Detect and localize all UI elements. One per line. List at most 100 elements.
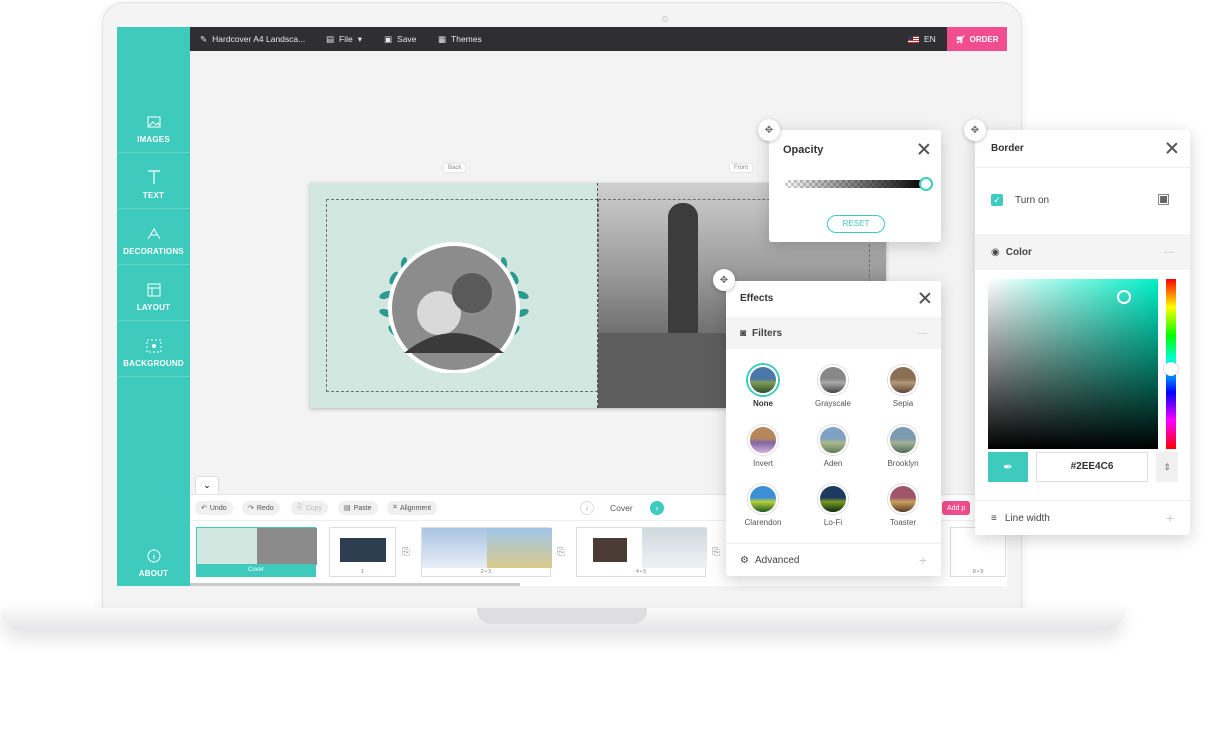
opacity-slider-thumb[interactable]	[919, 177, 933, 191]
alignment-button[interactable]: ⌗ Alignment	[387, 501, 438, 515]
filter-clarendon[interactable]: Clarendon	[728, 484, 798, 527]
chevron-left-icon: ‹	[585, 503, 589, 513]
filter-brooklyn[interactable]: Brooklyn	[868, 425, 938, 468]
close-icon[interactable]	[918, 291, 932, 305]
filter-invert[interactable]: Invert	[728, 425, 798, 468]
language-label: EN	[924, 34, 936, 44]
sidebar-item-label: LAYOUT	[136, 303, 171, 312]
save-button[interactable]: ▣ Save	[384, 27, 416, 51]
top-menu-bar: ✎ Hardcover A4 Landsca... ▤ File ▾ ▣ Sav…	[190, 27, 1007, 51]
sidebar-item-images[interactable]: IMAGES	[117, 97, 190, 153]
back-cover-page[interactable]	[310, 183, 598, 408]
filters-section-header[interactable]: ◙ Filters —	[726, 317, 941, 349]
order-button[interactable]: 🛒︎ ORDER	[947, 27, 1007, 51]
color-section-header[interactable]: ◉ Color —	[975, 234, 1190, 270]
current-page-label: Cover	[610, 503, 633, 513]
close-icon[interactable]	[1165, 141, 1179, 155]
collapse-thumbnails-button[interactable]: ⌄	[195, 476, 219, 494]
line-width-section-header[interactable]: ≡ Line width +	[975, 500, 1190, 535]
gear-icon: ⚙	[740, 554, 749, 566]
add-page-icon[interactable]: ⎘	[557, 547, 565, 558]
language-selector[interactable]: EN	[908, 27, 936, 51]
filter-toaster[interactable]: Toaster	[868, 484, 938, 527]
add-page-icon[interactable]: ⎘	[712, 547, 720, 558]
eyedropper-button[interactable]: ✒	[988, 452, 1028, 482]
filter-label: Clarendon	[744, 518, 782, 527]
thumbnail-cover[interactable]: Cover	[196, 527, 317, 577]
hue-slider-thumb[interactable]	[1164, 362, 1178, 376]
turn-on-checkbox[interactable]: ✓	[991, 194, 1003, 206]
file-menu[interactable]: ▤ File ▾	[326, 27, 362, 51]
move-handle-icon[interactable]: ✥	[964, 119, 986, 141]
add-page-label: Add p	[947, 504, 966, 512]
reset-button[interactable]: RESET	[827, 215, 885, 233]
themes-button[interactable]: ▦ Themes	[438, 27, 482, 51]
chevron-right-icon: ›	[655, 503, 659, 513]
thumbnail-page-1[interactable]: 1	[329, 527, 396, 577]
undo-label: Undo	[209, 504, 227, 512]
move-handle-icon[interactable]: ✥	[713, 269, 735, 291]
save-preset-icon[interactable]: ▣	[1157, 190, 1170, 207]
opacity-slider[interactable]	[785, 180, 927, 188]
color-format-toggle[interactable]: ⇕	[1156, 452, 1178, 482]
text-icon	[147, 170, 160, 184]
sidebar-item-background[interactable]: BACKGROUND	[117, 321, 190, 377]
filter-aden[interactable]: Aden	[798, 425, 868, 468]
filter-sepia[interactable]: Sepia	[868, 365, 938, 408]
photo-person	[668, 203, 698, 353]
camera-icon: ◙	[740, 327, 747, 339]
add-page-button[interactable]: Add p	[942, 501, 971, 515]
sidebar-item-label: BACKGROUND	[123, 359, 184, 368]
laurel-wreath-decoration[interactable]	[364, 223, 544, 373]
project-name-button[interactable]: ✎ Hardcover A4 Landsca...	[200, 27, 305, 51]
order-label: ORDER	[969, 34, 999, 44]
laptop-notch	[477, 608, 647, 624]
layout-icon	[147, 283, 160, 297]
chevron-down-icon: ⌄	[203, 480, 211, 490]
thumbnail-pages-4-5[interactable]: 4 • 5	[576, 527, 707, 577]
advanced-section-header[interactable]: ⚙ Advanced +	[726, 543, 941, 576]
redo-icon: ↷	[248, 505, 254, 512]
border-panel: Border ✓ Turn on ▣ ◉ Color — ✒ #2EE4C6 ⇕…	[975, 130, 1190, 535]
next-page-button[interactable]: ›	[650, 501, 664, 515]
paste-icon: ▤	[344, 505, 351, 512]
camera-dot	[662, 16, 668, 22]
close-icon[interactable]	[917, 142, 931, 156]
pencil-icon: ✎	[200, 33, 208, 44]
opacity-panel-title: Opacity	[783, 144, 824, 156]
undo-button[interactable]: ↶ Undo	[195, 501, 233, 515]
prev-page-button[interactable]: ‹	[580, 501, 594, 515]
copy-button[interactable]: ⎘ Copy	[291, 501, 328, 515]
images-icon	[147, 116, 160, 128]
thumbnail-scrollbar[interactable]	[190, 583, 520, 586]
filter-label: Aden	[823, 459, 843, 468]
collapse-icon: —	[1164, 246, 1174, 258]
hex-color-input[interactable]: #2EE4C6	[1036, 452, 1148, 482]
filter-grayscale[interactable]: Grayscale	[798, 365, 868, 408]
filter-lo-fi[interactable]: Lo-Fi	[798, 484, 868, 527]
sidebar-item-decorations[interactable]: DECORATIONS	[117, 209, 190, 265]
filter-label: Lo-Fi	[823, 518, 843, 527]
laptop-mockup: IMAGES TEXT DECORATIONS LAYOUT BACKGROUN…	[0, 0, 1220, 750]
up-down-arrows-icon: ⇕	[1163, 461, 1171, 472]
color-saturation-area[interactable]	[988, 279, 1158, 449]
border-panel-title: Border	[991, 143, 1024, 154]
back-page-label: Back	[444, 164, 466, 172]
add-page-icon[interactable]: ⎘	[402, 547, 410, 558]
filter-label: Brooklyn	[887, 459, 919, 468]
paste-label: Paste	[353, 504, 372, 512]
redo-button[interactable]: ↷ Redo	[242, 501, 280, 515]
sidebar-item-label: DECORATIONS	[123, 247, 184, 256]
sidebar-item-layout[interactable]: LAYOUT	[117, 265, 190, 321]
filter-none[interactable]: None	[728, 365, 798, 408]
paste-button[interactable]: ▤ Paste	[338, 501, 378, 515]
info-icon	[147, 549, 160, 563]
thumbnail-pages-2-3[interactable]: 2 • 3	[421, 527, 552, 577]
color-picker-cursor[interactable]	[1117, 290, 1131, 304]
move-handle-icon[interactable]: ✥	[758, 119, 780, 141]
sidebar-item-text[interactable]: TEXT	[117, 153, 190, 209]
sidebar-item-about[interactable]: ABOUT	[117, 530, 190, 586]
expand-icon: +	[918, 552, 927, 568]
opacity-panel: Opacity RESET	[769, 130, 941, 242]
line-width-icon: ≡	[991, 512, 997, 524]
